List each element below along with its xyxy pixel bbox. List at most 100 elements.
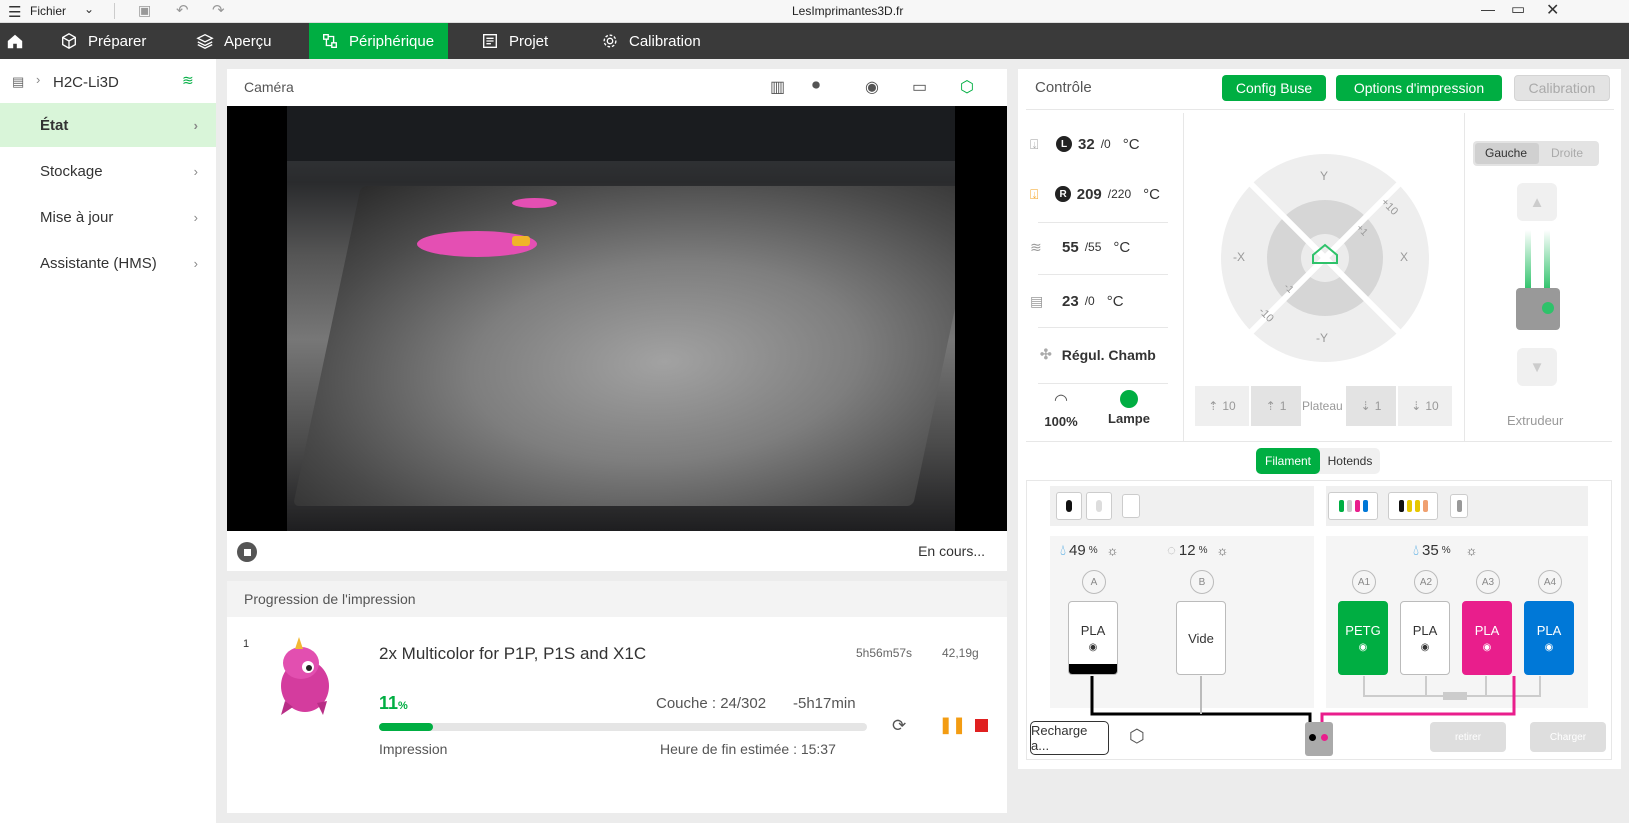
sidebar-item-status[interactable]: État › xyxy=(0,103,216,147)
stop-print-button[interactable] xyxy=(975,719,988,732)
ams-left-tab-2[interactable] xyxy=(1086,492,1112,520)
redo-icon[interactable]: ↷ xyxy=(212,1,225,19)
sidebar-item-hms[interactable]: Assistante (HMS) › xyxy=(0,241,216,285)
jog-x-minus[interactable]: -X xyxy=(1233,250,1245,264)
chevron-right-icon: › xyxy=(193,118,198,133)
humidity-b[interactable]: ◌ 12% ☼ xyxy=(1167,538,1228,562)
spool-icon xyxy=(1456,500,1462,512)
chamber-current: 23 xyxy=(1062,292,1079,310)
left-nozzle-dot xyxy=(1309,734,1316,741)
extrude-up-button[interactable]: ▲ xyxy=(1517,183,1557,221)
progress-panel: Progression de l'impression 1 2x Multico… xyxy=(227,581,1007,813)
camera-feed[interactable] xyxy=(227,106,1007,531)
layer-count: Couche : 24/302 xyxy=(656,695,767,712)
maximize-icon[interactable]: ▭ xyxy=(1511,0,1525,18)
fan-icon: ✣ xyxy=(1040,346,1052,362)
pause-icon[interactable]: ❚❚ xyxy=(939,715,966,735)
left-nozzle-temp[interactable]: ⍗ L 32 /0 °C xyxy=(1030,124,1160,164)
nozzle-config-button[interactable]: Config Buse xyxy=(1222,75,1326,101)
sun-icon[interactable]: ☼ xyxy=(1107,543,1119,558)
minimize-icon[interactable]: — xyxy=(1481,1,1495,17)
settings-icon[interactable]: ⬡ xyxy=(960,77,974,97)
filament-path-right xyxy=(1544,230,1550,290)
home-button[interactable] xyxy=(0,23,36,59)
tab-project[interactable]: Projet xyxy=(469,23,560,59)
slot-a[interactable]: PLA ◉ xyxy=(1068,601,1118,675)
printer-name[interactable]: H2C-Li3D xyxy=(53,74,119,91)
jog-y-minus[interactable]: -Y xyxy=(1316,331,1328,345)
extruder-left[interactable]: Gauche xyxy=(1485,146,1527,160)
tab-calibration[interactable]: Calibration xyxy=(589,23,713,59)
slot-b-type: Vide xyxy=(1188,630,1214,646)
extruder-right[interactable]: Droite xyxy=(1551,146,1583,160)
close-icon[interactable]: ✕ xyxy=(1546,0,1559,20)
stop-stream-button[interactable] xyxy=(237,542,257,562)
left-nozzle-target: /0 xyxy=(1100,137,1111,151)
humidity-a[interactable]: 💧︎ 49% ☼ xyxy=(1060,538,1119,562)
webcam-icon[interactable]: ◉ xyxy=(865,77,879,97)
jog-y-plus[interactable]: Y xyxy=(1320,169,1328,183)
spool-icon xyxy=(1362,500,1368,512)
eye-icon: ◉ xyxy=(1420,642,1430,653)
bed-down-10[interactable]: ⇣ 10 xyxy=(1398,386,1452,426)
sun-icon[interactable]: ☼ xyxy=(1466,543,1478,558)
right-nozzle-temp[interactable]: ⍗ R 209 /220 °C xyxy=(1030,174,1160,214)
spool-icon xyxy=(1354,500,1360,512)
eye-icon: ◉ xyxy=(1088,642,1098,653)
wifi-icon: ≋ xyxy=(182,72,194,88)
print-options-button[interactable]: Options d'impression xyxy=(1336,75,1502,101)
jog-pad[interactable]: Y -Y X -X +10 +1 -1 -10 xyxy=(1220,153,1430,363)
slot-b[interactable]: Vide xyxy=(1176,601,1226,675)
ams-right-tab-1[interactable] xyxy=(1328,492,1378,520)
tab-prepare[interactable]: Préparer xyxy=(48,23,158,59)
bed-up-10[interactable]: ⇡ 10 xyxy=(1195,386,1249,426)
speed-control[interactable]: ◠ 100% xyxy=(1041,390,1081,429)
chamber-temp[interactable]: ▤ 23 /0 °C xyxy=(1030,281,1160,321)
ams-right-tab-2[interactable] xyxy=(1388,492,1438,520)
lamp-toggle[interactable]: Lampe xyxy=(1103,390,1155,426)
chevron-right-icon[interactable]: › xyxy=(36,72,40,87)
tab-preview[interactable]: Aperçu xyxy=(184,23,284,59)
load-button[interactable]: Charger xyxy=(1530,722,1606,752)
slot-a1[interactable]: PETG ◉ xyxy=(1338,601,1388,675)
bed-down-1[interactable]: ⇣ 1 xyxy=(1346,386,1396,426)
bed-up-1-label: 1 xyxy=(1279,399,1287,413)
humidity-right[interactable]: 💧︎ 35% ☼ xyxy=(1413,538,1478,562)
slot-a2[interactable]: PLA ◉ xyxy=(1400,601,1450,675)
ams-settings-icon[interactable]: ⬡ xyxy=(1129,726,1145,747)
slot-label-a1: A1 xyxy=(1352,570,1376,594)
chevron-right-icon: › xyxy=(193,210,198,225)
chamber-regulation[interactable]: ✣ Régul. Chamb xyxy=(1040,346,1156,363)
extruder-switch[interactable]: Gauche Droite xyxy=(1473,141,1599,166)
camera-record-icon[interactable]: ⏺ xyxy=(812,77,820,95)
slot-a4[interactable]: PLA ◉ xyxy=(1524,601,1574,675)
menu-file[interactable]: Fichier xyxy=(30,4,66,18)
tab-device[interactable]: Périphérique xyxy=(309,23,448,59)
chevron-down-icon[interactable]: ⌄ xyxy=(84,2,94,16)
recharge-button[interactable]: Recharge a... xyxy=(1030,721,1109,755)
extrude-down-button[interactable]: ▼ xyxy=(1517,348,1557,386)
bed-temp[interactable]: ≋ 55 /55 °C xyxy=(1030,227,1160,267)
ams-left-tab-1[interactable] xyxy=(1056,492,1082,520)
humidity-right-value: 35 xyxy=(1422,541,1439,559)
undo-icon[interactable]: ↶ xyxy=(176,1,189,19)
lamp-label: Lampe xyxy=(1108,411,1150,426)
slot-a3[interactable]: PLA ◉ xyxy=(1462,601,1512,675)
sidebar-item-update[interactable]: Mise à jour › xyxy=(0,195,216,239)
sidebar-item-storage[interactable]: Stockage › xyxy=(0,149,216,193)
tab-hotends[interactable]: Hotends xyxy=(1320,448,1380,474)
hamburger-icon[interactable]: ☰ xyxy=(8,3,21,21)
sd-card-icon[interactable]: ▥ xyxy=(770,77,785,97)
bed-up-1[interactable]: ⇡ 1 xyxy=(1251,386,1301,426)
video-icon[interactable]: ▭ xyxy=(912,77,927,97)
sun-icon[interactable]: ☼ xyxy=(1217,543,1229,558)
tab-filament[interactable]: Filament xyxy=(1256,448,1320,474)
save-icon[interactable]: ▣ xyxy=(138,2,151,19)
calibration-button[interactable]: Calibration xyxy=(1514,75,1610,101)
tab-device-label: Périphérique xyxy=(349,32,435,50)
skip-object-icon[interactable]: ⟳ xyxy=(892,716,906,736)
unload-button[interactable]: retirer xyxy=(1430,722,1506,752)
ams-left-tab-3[interactable] xyxy=(1122,494,1140,518)
ams-right-tab-3[interactable] xyxy=(1450,494,1468,518)
jog-x-plus[interactable]: X xyxy=(1400,250,1408,264)
